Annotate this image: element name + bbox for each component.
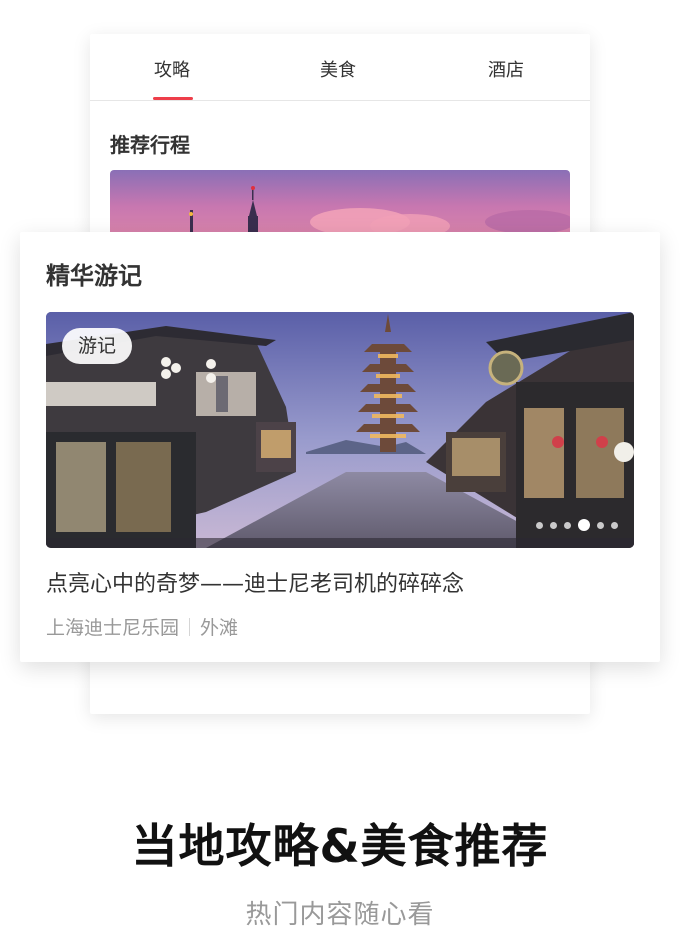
carousel-dot[interactable] bbox=[611, 521, 618, 529]
tab-bar: 攻略 美食 酒店 bbox=[90, 34, 590, 101]
active-tab-indicator bbox=[153, 97, 193, 100]
tab-food[interactable]: 美食 bbox=[320, 60, 356, 82]
promo-subline: 热门内容随心看 bbox=[245, 900, 435, 930]
travelogue-location-meta: 上海迪士尼乐园 外滩 bbox=[46, 613, 238, 640]
travelogue-title[interactable]: 点亮心中的奇梦——迪士尼老司机的碎碎念 bbox=[46, 566, 464, 598]
carousel-dot-active[interactable] bbox=[578, 519, 590, 531]
featured-section-title: 精华游记 bbox=[46, 262, 142, 290]
tab-guides[interactable]: 攻略 bbox=[154, 60, 190, 82]
carousel-dot[interactable] bbox=[536, 521, 543, 529]
recommended-itinerary-title: 推荐行程 bbox=[110, 133, 190, 157]
meta-location-2: 外滩 bbox=[200, 617, 239, 639]
carousel-dot[interactable] bbox=[550, 521, 557, 529]
featured-travelogue-card: 精华游记 游记 点亮心中的奇梦——迪士尼老司机的碎碎念 上海迪士尼乐园 外滩 bbox=[20, 232, 660, 662]
carousel-dot[interactable] bbox=[597, 521, 604, 529]
meta-divider bbox=[189, 617, 191, 636]
meta-location-1: 上海迪士尼乐园 bbox=[46, 617, 180, 639]
promo-headline: 当地攻略&美食推荐 bbox=[131, 819, 549, 873]
tab-hotels[interactable]: 酒店 bbox=[488, 60, 524, 82]
travelogue-tag: 游记 bbox=[62, 328, 133, 364]
carousel-dot[interactable] bbox=[564, 521, 571, 529]
old-street-pagoda-image bbox=[46, 312, 634, 548]
carousel-pagination[interactable] bbox=[536, 518, 618, 532]
travelogue-carousel[interactable]: 游记 bbox=[46, 312, 634, 548]
